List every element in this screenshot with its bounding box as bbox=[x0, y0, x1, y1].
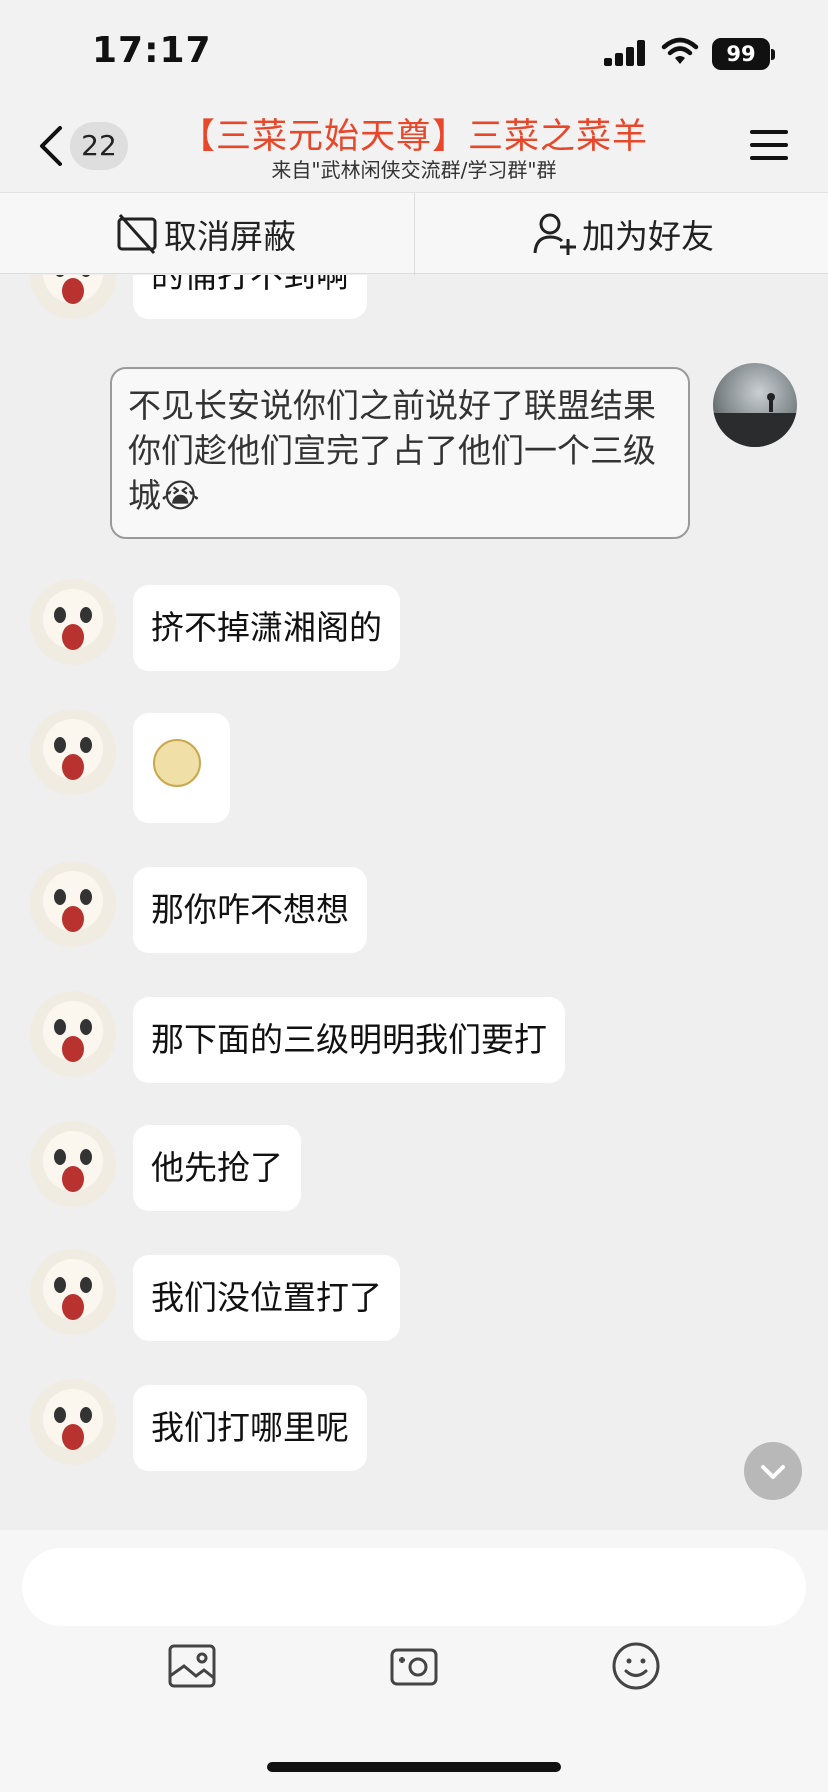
message-text: 那你咋不想想 bbox=[151, 890, 349, 929]
add-user-icon bbox=[533, 213, 576, 255]
battery-tip bbox=[771, 49, 775, 60]
smiley-icon[interactable] bbox=[610, 1640, 662, 1692]
signal-icon bbox=[604, 40, 648, 66]
chat-header: 22 【三菜元始天尊】三菜之菜羊 来自"武林闲侠交流群/学习群"群 bbox=[0, 100, 828, 192]
avatar[interactable] bbox=[30, 1379, 116, 1465]
message-text: 的俑打不到啊 bbox=[151, 275, 349, 295]
message-bubble[interactable]: 的俑打不到啊 bbox=[133, 275, 367, 319]
chevron-left-icon[interactable] bbox=[36, 124, 66, 168]
avatar[interactable] bbox=[30, 861, 116, 947]
avatar[interactable] bbox=[30, 579, 116, 665]
camera-icon[interactable] bbox=[388, 1640, 440, 1692]
own-avatar[interactable] bbox=[713, 363, 797, 447]
message-text: 那下面的三级明明我们要打 bbox=[151, 1020, 547, 1059]
composer-panel bbox=[0, 1530, 828, 1792]
avatar[interactable] bbox=[30, 991, 116, 1077]
avatar[interactable] bbox=[30, 709, 116, 795]
emoji-message-bubble[interactable] bbox=[133, 713, 230, 823]
message-bubble[interactable]: 我们打哪里呢 bbox=[133, 1385, 367, 1471]
own-message-text: 不见长安说你们之前说好了联盟结果你们趁他们宣完了占了他们一个三级城😭 bbox=[128, 386, 656, 515]
message-list[interactable]: 的俑打不到啊 不见长安说你们之前说好了联盟结果你们趁他们宣完了占了他们一个三级城… bbox=[0, 275, 828, 1530]
scroll-down-button[interactable] bbox=[744, 1442, 802, 1500]
message-bubble[interactable]: 挤不掉潇湘阁的 bbox=[133, 585, 400, 671]
message-text: 他先抢了 bbox=[151, 1148, 283, 1187]
own-message-bubble[interactable]: 不见长安说你们之前说好了联盟结果你们趁他们宣完了占了他们一个三级城😭 bbox=[110, 367, 690, 539]
battery-icon: 99 bbox=[712, 38, 770, 70]
add-friend-button[interactable]: 加为好友 bbox=[532, 193, 714, 275]
message-text: 我们没位置打了 bbox=[151, 1278, 382, 1317]
image-icon[interactable] bbox=[166, 1640, 218, 1692]
wifi-icon bbox=[661, 37, 699, 64]
status-bar: 17:17 99 bbox=[0, 0, 828, 100]
message-bubble[interactable]: 我们没位置打了 bbox=[133, 1255, 400, 1341]
message-bubble[interactable]: 那你咋不想想 bbox=[133, 867, 367, 953]
unread-count-badge[interactable]: 22 bbox=[70, 122, 128, 170]
action-bar: 取消屏蔽 加为好友 bbox=[0, 192, 828, 275]
status-time: 17:17 bbox=[92, 30, 212, 71]
unblock-label: 取消屏蔽 bbox=[164, 217, 296, 256]
avatar[interactable] bbox=[30, 1249, 116, 1335]
message-input[interactable] bbox=[22, 1548, 806, 1626]
action-divider bbox=[414, 193, 415, 275]
message-bubble[interactable]: 他先抢了 bbox=[133, 1125, 301, 1211]
message-text: 我们打哪里呢 bbox=[151, 1408, 349, 1447]
chevron-down-icon bbox=[761, 1465, 785, 1479]
add-friend-label: 加为好友 bbox=[582, 217, 714, 256]
unblock-button[interactable]: 取消屏蔽 bbox=[114, 193, 296, 275]
chat-subtitle: 来自"武林闲侠交流群/学习群"群 bbox=[271, 158, 557, 182]
home-indicator bbox=[267, 1762, 561, 1772]
message-text: 挤不掉潇湘阁的 bbox=[151, 608, 382, 647]
avatar[interactable] bbox=[30, 1121, 116, 1207]
angry-emoji-icon bbox=[153, 739, 201, 787]
unblock-icon bbox=[117, 213, 157, 255]
hamburger-menu-icon[interactable] bbox=[750, 128, 788, 162]
message-bubble[interactable]: 那下面的三级明明我们要打 bbox=[133, 997, 565, 1083]
avatar[interactable] bbox=[30, 275, 116, 319]
chat-title: 【三菜元始天尊】三菜之菜羊 bbox=[179, 117, 648, 157]
